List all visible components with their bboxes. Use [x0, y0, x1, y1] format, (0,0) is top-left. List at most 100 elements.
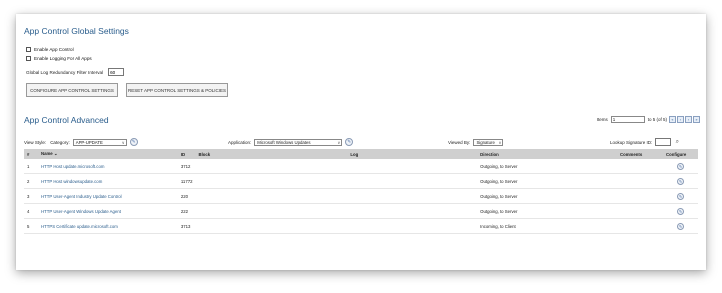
row-num: 5	[24, 218, 38, 234]
application-value: Microsoft Windows Updates	[257, 139, 311, 145]
col-num: #	[27, 151, 30, 157]
first-page-icon[interactable]: «	[669, 116, 676, 123]
items-input[interactable]: 1	[610, 116, 645, 123]
row-id: 3712	[177, 159, 196, 174]
lookup-search-icon[interactable]: ⌕	[674, 139, 680, 145]
viewed-by-label: Viewed By:	[448, 139, 471, 145]
next-page-icon[interactable]: ›	[685, 116, 692, 123]
enable-logging-checkbox[interactable]	[26, 56, 31, 61]
table-row: 5 HTTPS Certificate update.microsoft.com…	[24, 218, 698, 234]
row-id: 222	[177, 203, 196, 219]
pagination: Items 1 to 5 (of 5) « ‹ › »	[597, 116, 700, 123]
row-comments	[617, 218, 663, 234]
col-name[interactable]: Name ⌄	[38, 149, 178, 159]
row-id: 11772	[177, 173, 196, 189]
row-id: 220	[177, 188, 196, 204]
row-num: 4	[24, 203, 38, 219]
row-id: 3713	[177, 218, 196, 234]
row-name-link[interactable]: HTTP Host update.microsoft.com	[37, 159, 178, 174]
application-label: Application:	[228, 139, 252, 145]
configure-edit-icon[interactable]: ✎	[676, 207, 684, 215]
configure-app-control-button[interactable]: CONFIGURE APP CONTROL SETTINGS	[26, 83, 118, 97]
row-num: 2	[24, 173, 38, 189]
configure-edit-icon[interactable]: ✎	[676, 177, 684, 185]
col-direction: Direction	[480, 151, 499, 157]
row-configure: ✎	[662, 173, 698, 189]
enable-app-control-label: Enable App Control	[34, 47, 74, 52]
table-row: 2 HTTP Host windowsupdate.com 11772 Outg…	[24, 173, 698, 189]
row-name-link[interactable]: HTTP User-Agent Industry Update Control	[37, 188, 178, 204]
row-direction: Outgoing, to Server	[477, 188, 617, 204]
row-block	[195, 203, 232, 219]
edit-application-icon[interactable]: ✎	[345, 138, 354, 146]
view-style-group: View Style: Category: APP-UPDATE ∨ ✎	[24, 137, 138, 147]
enable-app-control-row[interactable]: Enable App Control	[26, 47, 74, 52]
view-style-label: View Style:	[24, 139, 47, 145]
sort-icon: ⌄	[53, 151, 58, 156]
row-name-link[interactable]: HTTPS Certificate update.microsoft.com	[37, 218, 178, 234]
table-row: 3 HTTP User-Agent Industry Update Contro…	[24, 188, 698, 204]
category-select[interactable]: APP-UPDATE ∨	[72, 138, 127, 146]
items-range: to 5 (of 5)	[647, 117, 667, 122]
row-configure: ✎	[662, 218, 698, 234]
advanced-title: App Control Advanced	[24, 115, 109, 125]
row-name-link[interactable]: HTTP User-Agent Windows Update Agent	[37, 203, 178, 219]
viewed-by-value: Signature	[476, 139, 495, 145]
category-value: APP-UPDATE	[75, 139, 103, 145]
row-num: 3	[24, 188, 38, 204]
table-row: 4 HTTP User-Agent Windows Update Agent 2…	[24, 203, 698, 219]
row-log	[231, 188, 478, 204]
row-configure: ✎	[662, 203, 698, 219]
col-log: Log	[350, 151, 359, 157]
interval-input[interactable]	[108, 68, 125, 76]
configure-edit-icon[interactable]: ✎	[676, 222, 684, 230]
row-name-link[interactable]: HTTP Host windowsupdate.com	[37, 173, 178, 189]
lookup-group: Lookup Signature ID: ⌕	[610, 137, 680, 147]
enable-app-control-checkbox[interactable]	[26, 47, 31, 52]
table-header: # Name ⌄ ID Block Log Direction Comments…	[24, 149, 698, 159]
last-page-icon[interactable]: »	[693, 116, 700, 123]
row-num: 1	[24, 159, 38, 174]
viewed-by-group: Viewed By: Signature ∨	[448, 137, 504, 147]
row-comments	[617, 203, 663, 219]
chevron-down-icon: ∨	[498, 140, 502, 145]
col-configure: Configure	[665, 151, 687, 157]
reset-app-control-button[interactable]: RESET APP CONTROL SETTINGS & POLICIES	[126, 83, 228, 97]
application-select[interactable]: Microsoft Windows Updates ∨	[254, 138, 343, 146]
row-direction: Outgoing, to Server	[477, 203, 617, 219]
lookup-input[interactable]	[655, 138, 672, 146]
items-label: Items	[596, 117, 608, 122]
interval-label: Global Log Redundancy Filter Interval	[26, 69, 104, 75]
row-comments	[617, 173, 663, 189]
global-settings-title: App Control Global Settings	[24, 26, 129, 36]
row-log	[231, 159, 478, 174]
col-name-label: Name	[40, 151, 53, 156]
configure-edit-icon[interactable]: ✎	[676, 162, 684, 170]
table-row: 1 HTTP Host update.microsoft.com 3712 Ou…	[24, 159, 698, 174]
category-label: Category:	[50, 139, 70, 145]
row-log	[231, 203, 478, 219]
lookup-label: Lookup Signature ID:	[610, 139, 653, 145]
row-comments	[617, 159, 663, 174]
interval-row: Global Log Redundancy Filter Interval	[26, 68, 125, 76]
col-id: ID	[180, 151, 186, 157]
chevron-down-icon: ∨	[337, 140, 341, 145]
configure-edit-icon[interactable]: ✎	[676, 192, 684, 200]
viewed-by-select[interactable]: Signature ∨	[473, 138, 504, 146]
filter-bar: View Style: Category: APP-UPDATE ∨ ✎ App…	[24, 137, 698, 147]
row-direction: Outgoing, to Server	[477, 173, 617, 189]
enable-logging-label: Enable Logging For All Apps	[34, 56, 92, 61]
row-log	[231, 173, 478, 189]
enable-logging-row[interactable]: Enable Logging For All Apps	[26, 56, 92, 61]
signature-table: # Name ⌄ ID Block Log Direction Comments…	[24, 149, 698, 234]
prev-page-icon[interactable]: ‹	[677, 116, 684, 123]
row-configure: ✎	[662, 159, 698, 174]
chevron-down-icon: ∨	[121, 140, 125, 145]
col-block: Block	[198, 151, 211, 157]
row-log	[231, 218, 478, 234]
row-direction: Incoming, to Client	[477, 218, 617, 234]
row-configure: ✎	[662, 188, 698, 204]
edit-category-icon[interactable]: ✎	[129, 138, 138, 146]
row-block	[195, 159, 232, 174]
row-block	[195, 218, 232, 234]
